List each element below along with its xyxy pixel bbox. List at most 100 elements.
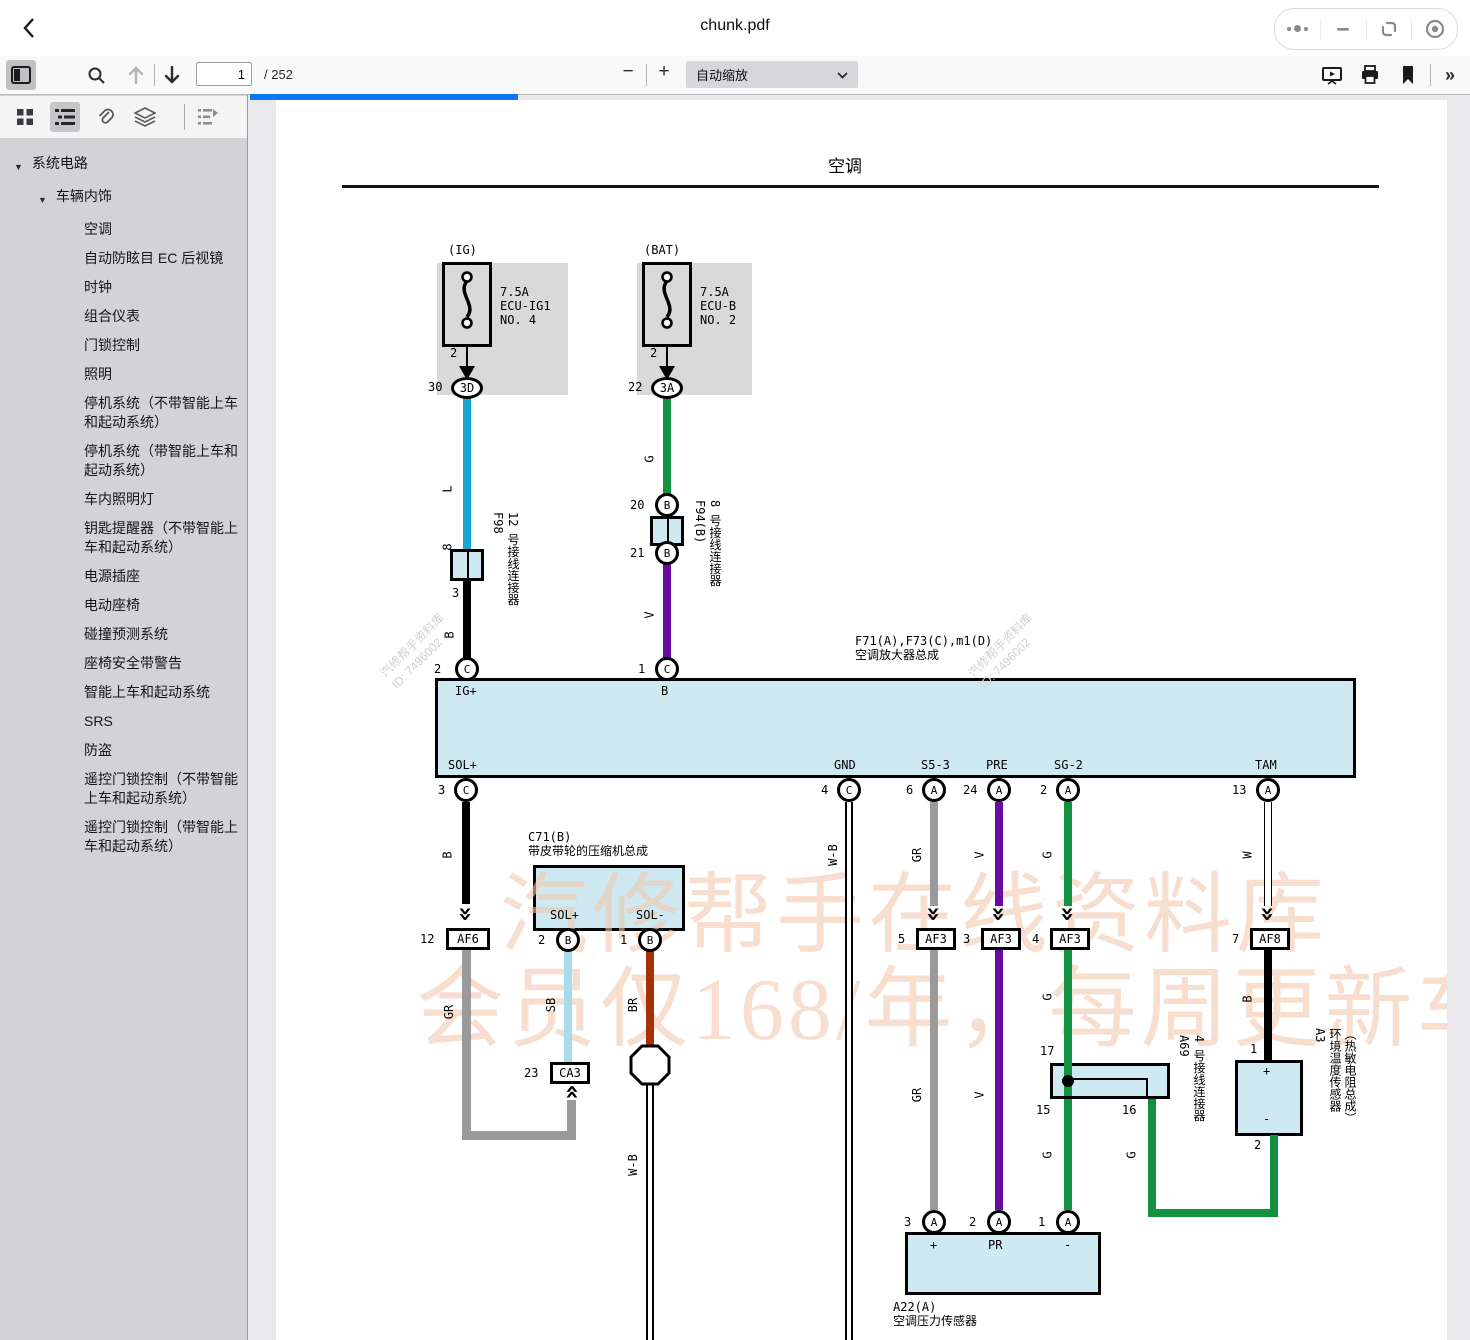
- outline-view-button[interactable]: [50, 102, 80, 132]
- pin-number: 15: [1036, 1103, 1050, 1117]
- toc-item[interactable]: 智能上车和起动系统: [0, 683, 248, 702]
- toc-item[interactable]: 碰撞预测系统: [0, 625, 248, 644]
- compressor-pin-label: SOL+: [550, 908, 579, 922]
- pin-number: 2: [434, 662, 441, 676]
- toc-item[interactable]: 照明: [0, 365, 248, 384]
- fuse-bat-source: (BAT): [644, 243, 680, 257]
- toc-item[interactable]: 电源插座: [0, 567, 248, 586]
- wire-gr-gray: [462, 1131, 576, 1140]
- wire-w-white: [1264, 802, 1272, 906]
- toc-item[interactable]: 遥控门锁控制（带智能上车和起动系统）: [0, 818, 248, 856]
- presentation-mode-button[interactable]: [1320, 63, 1344, 87]
- tag-number: 7: [1232, 932, 1239, 946]
- pin-circle: B: [655, 493, 679, 517]
- wire-label: BR: [626, 998, 640, 1012]
- record-button[interactable]: [1412, 9, 1457, 49]
- pin-number: 1: [1038, 1215, 1045, 1229]
- pin-circle: C: [837, 778, 861, 802]
- sidebar-toggle-button[interactable]: [6, 60, 36, 90]
- wire-label: W: [1241, 851, 1255, 858]
- caret-down-icon[interactable]: ▼: [38, 191, 47, 210]
- wire-label: G: [1041, 851, 1055, 858]
- wire-g-green: [1270, 1135, 1278, 1217]
- pin-number: 2: [1040, 783, 1047, 797]
- toc-item[interactable]: 车内照明灯: [0, 490, 248, 509]
- current-outline-item-button[interactable]: [193, 102, 223, 132]
- pin-number: 16: [1122, 1103, 1136, 1117]
- wire-label: V: [973, 1091, 987, 1098]
- pin-number: 1: [1250, 1042, 1257, 1056]
- junction-f98: [450, 549, 484, 581]
- toc-item[interactable]: ▼车辆内饰: [0, 187, 248, 210]
- pin-number: 1: [620, 933, 627, 947]
- minimize-button[interactable]: [1321, 9, 1366, 49]
- pin-circle: C: [454, 778, 478, 802]
- zoom-in-button[interactable]: +: [652, 60, 676, 84]
- wire-g-green: [663, 395, 671, 507]
- attachments-view-button[interactable]: [90, 102, 120, 132]
- sidebar-toggle-icon: [11, 66, 31, 84]
- wire-label: W-B: [626, 1154, 640, 1176]
- wire-g-green: [1148, 1099, 1156, 1217]
- toc-item[interactable]: 防盗: [0, 741, 248, 760]
- pin-circle: B: [556, 928, 580, 952]
- print-icon: [1360, 65, 1380, 85]
- layers-icon: [134, 107, 156, 127]
- sidebar-view-switcher: [0, 96, 247, 138]
- next-page-button[interactable]: [160, 63, 184, 87]
- outline-icon: [55, 108, 75, 126]
- zoom-select-value: 自动缩放: [696, 65, 748, 84]
- toc-item[interactable]: SRS: [0, 712, 248, 731]
- toc-item[interactable]: ▼系统电路: [0, 154, 248, 177]
- presentation-icon: [1322, 65, 1342, 85]
- toc-item[interactable]: 空调: [0, 220, 248, 239]
- toc-item[interactable]: 钥匙提醒器（不带智能上车和起动系统）: [0, 519, 248, 557]
- viewer-background[interactable]: 汽修帮手在线资料库 会员仅168/年，每周更新车型 汽修帮手资料库 ID: 74…: [248, 94, 1470, 1340]
- pin-circle: B: [638, 928, 662, 952]
- wire-label: B: [441, 851, 455, 858]
- connector-tag: AF3: [981, 928, 1021, 950]
- toc-item[interactable]: 时钟: [0, 278, 248, 297]
- more-tools-button[interactable]: »: [1438, 63, 1462, 87]
- connector-tag: AF8: [1250, 928, 1290, 950]
- toc-item[interactable]: 座椅安全带警告: [0, 654, 248, 673]
- sensor-pin-label: +: [930, 1238, 937, 1252]
- arrow-up-icon: [127, 65, 145, 85]
- ecu-pin-label: B: [661, 684, 668, 698]
- zoom-select[interactable]: 自动缩放: [686, 61, 858, 88]
- restore-button[interactable]: [1367, 9, 1412, 49]
- wire-label: G: [1041, 1151, 1055, 1158]
- bookmark-button[interactable]: [1396, 63, 1420, 87]
- title-bar: chunk.pdf: [0, 0, 1470, 56]
- wire-label: W-B: [826, 844, 840, 866]
- previous-page-button[interactable]: [124, 63, 148, 87]
- wire-b-black: [462, 802, 470, 904]
- fuse-ig-connector-num: 30: [428, 380, 442, 394]
- print-button[interactable]: [1358, 63, 1382, 87]
- thumbnails-view-button[interactable]: [10, 102, 40, 132]
- page-number-input[interactable]: [196, 62, 252, 86]
- layers-view-button[interactable]: [130, 102, 160, 132]
- connector-tag: CA3: [550, 1062, 590, 1084]
- ambient-temp-sensor-label: A3 环境温度传感器 （热敏电阻总成）: [1312, 1028, 1357, 1124]
- pin-number: 24: [963, 783, 977, 797]
- wire-sb-skyblue: [564, 948, 572, 1062]
- toc-item[interactable]: 遥控门锁控制（不带智能上车和起动系统）: [0, 770, 248, 808]
- restore-icon: [1379, 19, 1399, 39]
- arrow-down-icon: [163, 65, 181, 85]
- toc-item[interactable]: 组合仪表: [0, 307, 248, 326]
- caret-down-icon[interactable]: ▼: [14, 158, 23, 177]
- pin-number: 3: [452, 586, 459, 600]
- toc-item[interactable]: 停机系统（带智能上车和起动系统）: [0, 442, 248, 480]
- zoom-out-button[interactable]: −: [616, 60, 640, 84]
- double-chevron-up-icon: [561, 1084, 581, 1100]
- junction-dot: [1062, 1075, 1074, 1087]
- toc-item[interactable]: 电动座椅: [0, 596, 248, 615]
- search-button[interactable]: [84, 63, 108, 87]
- document-title: chunk.pdf: [0, 17, 1470, 35]
- toc-item[interactable]: 门锁控制: [0, 336, 248, 355]
- more-options-button[interactable]: [1275, 9, 1320, 49]
- toc-item[interactable]: 自动防眩目 EC 后视镜: [0, 249, 248, 268]
- wire-label: V: [973, 851, 987, 858]
- toc-item[interactable]: 停机系统（不带智能上车和起动系统）: [0, 394, 248, 432]
